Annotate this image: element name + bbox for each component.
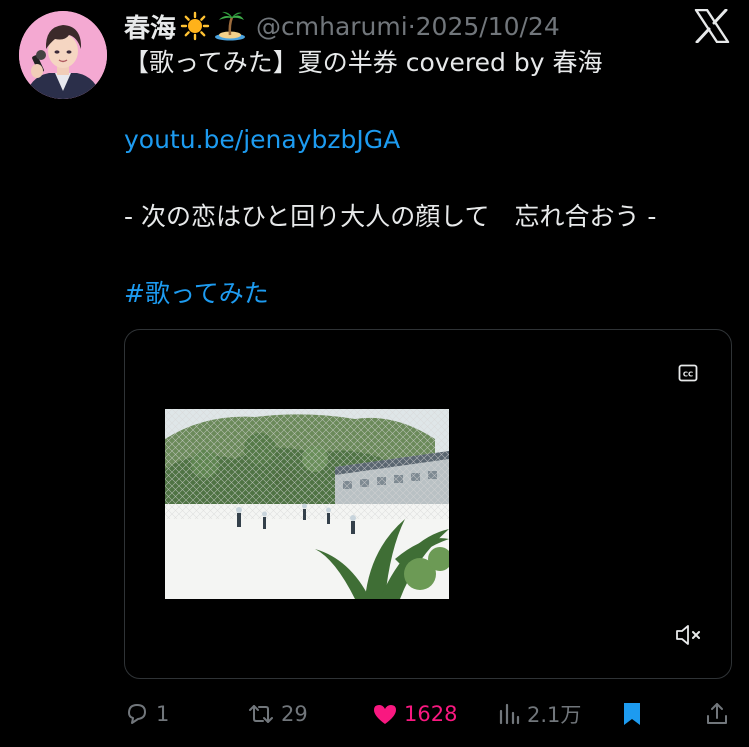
share-icon (705, 701, 729, 727)
like-button[interactable]: 1628 (372, 696, 457, 732)
share-button[interactable] (705, 696, 729, 732)
display-name[interactable]: 春海 (124, 8, 176, 45)
heart-icon (372, 702, 398, 726)
reply-button[interactable]: 1 (124, 696, 169, 732)
x-logo-icon[interactable] (694, 8, 730, 44)
handle[interactable]: @cmharumi (256, 12, 408, 41)
action-bar: 1 29 1628 2.1万 (0, 696, 749, 732)
reply-icon (124, 701, 150, 727)
retweet-count: 29 (281, 702, 308, 726)
handle-and-date: @cmharumi·2025/10/24 (256, 12, 560, 41)
tweet-body: 【歌ってみた】夏の半券 covered by 春海 youtu.be/jenay… (124, 44, 736, 313)
closed-captions-icon[interactable]: CC (678, 363, 698, 383)
avatar[interactable] (19, 11, 107, 99)
island-emoji (214, 11, 246, 41)
retweet-icon (247, 701, 275, 727)
views-chart-icon (497, 701, 521, 727)
tweet-date[interactable]: 2025/10/24 (416, 12, 560, 41)
youtube-link[interactable]: youtu.be/jenaybzbJGA (124, 121, 736, 159)
like-count: 1628 (404, 702, 458, 726)
view-count: 2.1万 (527, 703, 582, 727)
retweet-button[interactable]: 29 (247, 696, 308, 732)
reply-count: 1 (156, 702, 170, 726)
sun-emoji (180, 11, 210, 41)
lyric-line: - 次の恋はひと回り大人の顔して 忘れ合おう - (124, 202, 657, 231)
hashtag-link[interactable]: #歌ってみた (124, 275, 736, 313)
tweet-title-line: 【歌ってみた】夏の半券 covered by 春海 (124, 48, 603, 77)
video-player[interactable]: CC (124, 329, 732, 679)
separator: · (407, 11, 416, 41)
bookmark-button[interactable] (621, 696, 643, 732)
video-thumbnail[interactable] (165, 409, 449, 599)
tweet-header: 春海 @cmharumi·2025/10/24 (124, 6, 560, 46)
muted-volume-icon[interactable] (675, 623, 703, 647)
svg-text:CC: CC (683, 371, 693, 379)
views-button[interactable]: 2.1万 (497, 696, 581, 732)
bookmark-icon (621, 701, 643, 727)
